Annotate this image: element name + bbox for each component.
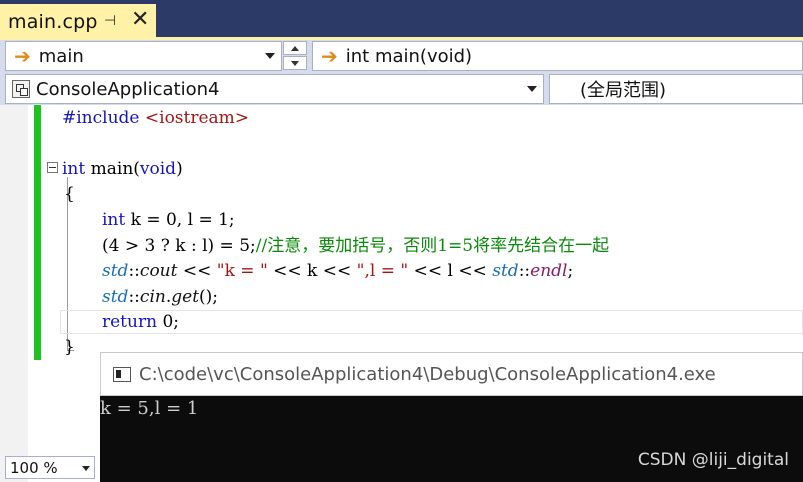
- chevron-down-icon: [265, 53, 275, 59]
- arrow-right-icon: ➔: [14, 44, 31, 68]
- console-body[interactable]: k = 5,l = 1 CSDN @liji_digital: [100, 396, 803, 482]
- change-tracking-bar: [34, 105, 41, 360]
- code-line-5: (4 > 3 ? k : l) = 5;//注意，要加括号，否则1=5将率先结合…: [102, 236, 610, 256]
- spinner-down-button[interactable]: [283, 56, 307, 70]
- code-line-4: int k = 0, l = 1;: [102, 210, 235, 230]
- pin-icon[interactable]: ⊣: [104, 13, 116, 29]
- project-icon: [12, 80, 30, 98]
- console-output: k = 5,l = 1: [100, 398, 199, 419]
- code-line-6: std::cout << "k = " << k << ",l = " << l…: [102, 261, 574, 281]
- console-titlebar[interactable]: C:\code\vc\ConsoleApplication4\Debug\Con…: [100, 352, 803, 396]
- zoom-dropdown[interactable]: 100 %: [5, 456, 95, 479]
- watermark: CSDN @liji_digital: [637, 450, 789, 470]
- code-line-3: {: [64, 184, 75, 204]
- navigation-bar-bottom: ConsoleApplication4 (全局范围): [0, 72, 803, 105]
- tab-title: main.cpp: [8, 10, 98, 33]
- chevron-down-icon: [82, 466, 90, 471]
- project-dropdown[interactable]: ConsoleApplication4: [5, 74, 544, 104]
- chevron-down-icon: [527, 86, 537, 92]
- navigation-bar-top: ➔ main ➔ int main(void): [0, 40, 803, 72]
- code-line-2: int main(void): [62, 159, 183, 179]
- scope-spinner[interactable]: [283, 41, 307, 71]
- function-dropdown[interactable]: ➔ int main(void): [312, 41, 803, 71]
- tab-main-cpp[interactable]: main.cpp ⊣ ✕: [0, 4, 156, 39]
- code-line-1: #include <iostream>: [62, 108, 250, 128]
- code-line-9: }: [64, 337, 75, 357]
- console-title: C:\code\vc\ConsoleApplication4\Debug\Con…: [139, 363, 716, 385]
- editor-gutter: [0, 105, 28, 482]
- document-tab-strip: main.cpp ⊣ ✕: [0, 0, 803, 40]
- project-dropdown-value: ConsoleApplication4: [36, 78, 220, 100]
- scope-dropdown-value: main: [38, 45, 84, 67]
- console-app-icon: [113, 366, 131, 382]
- close-icon[interactable]: ✕: [131, 8, 149, 32]
- collapse-icon[interactable]: [47, 162, 58, 173]
- console-window[interactable]: C:\code\vc\ConsoleApplication4\Debug\Con…: [100, 352, 803, 482]
- zoom-value: 100 %: [10, 458, 58, 477]
- global-scope-value: (全局范围): [580, 80, 667, 101]
- scope-dropdown[interactable]: ➔ main: [5, 41, 282, 71]
- function-dropdown-value: int main(void): [345, 45, 473, 67]
- code-line-8: return 0;: [102, 312, 179, 332]
- code-line-7: std::cin.get();: [102, 287, 219, 307]
- arrow-right-icon: ➔: [321, 44, 338, 68]
- spinner-up-button[interactable]: [283, 41, 307, 55]
- global-scope-dropdown[interactable]: (全局范围): [549, 74, 803, 104]
